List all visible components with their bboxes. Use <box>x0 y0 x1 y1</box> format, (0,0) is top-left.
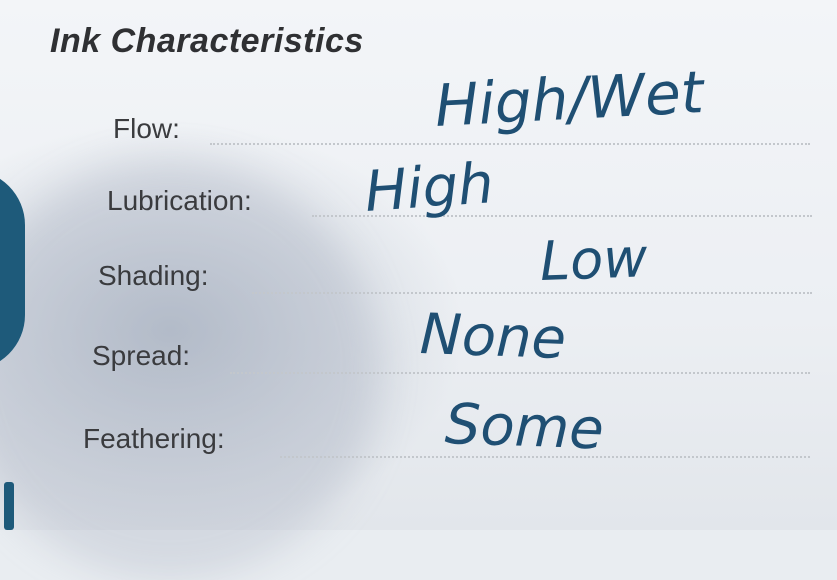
field-label-spread: Spread: <box>92 340 191 371</box>
field-value-lubrication: High <box>362 151 496 225</box>
field-label-feathering: Feathering: <box>83 423 225 454</box>
rule-flow <box>210 143 810 145</box>
field-label-lubrication: Lubrication: <box>107 185 252 216</box>
field-value-feathering: Some <box>443 392 605 463</box>
section-title: Ink Characteristics <box>50 22 364 60</box>
ink-mark <box>4 482 14 530</box>
field-label-flow: Flow: <box>113 113 180 144</box>
field-value-flow: High/Wet <box>433 57 706 140</box>
field-value-shading: Low <box>538 226 649 293</box>
field-value-spread: None <box>418 302 568 373</box>
rule-shading <box>252 292 812 294</box>
rule-spread <box>230 372 810 374</box>
field-label-shading: Shading: <box>98 260 209 291</box>
